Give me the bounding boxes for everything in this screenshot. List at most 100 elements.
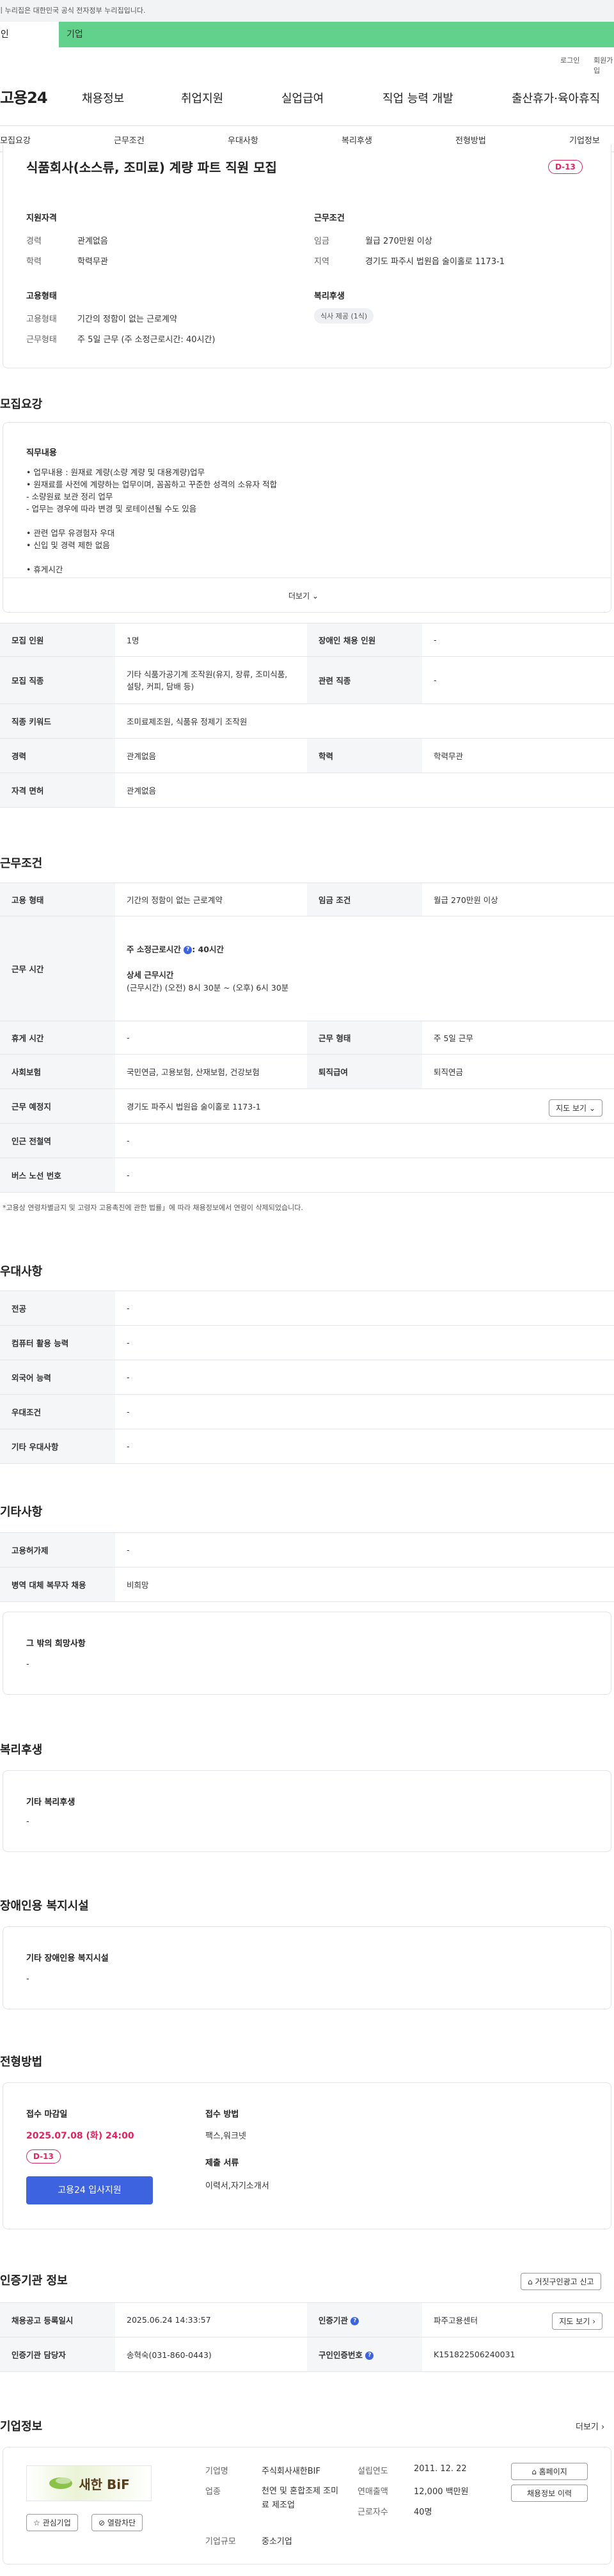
info-icon[interactable]: ? xyxy=(184,945,193,954)
welfare-other-value: - xyxy=(26,1817,29,1826)
more-button[interactable]: 더보기 ⌄ xyxy=(288,590,319,601)
apply-button[interactable]: 고용24 입사지원 xyxy=(26,2176,153,2204)
table-row: 근무 시간 주 소정근로시간 ?: 40시간 상세 근무시간 (근무시간) (오… xyxy=(0,916,614,1021)
th-cell: 경력 xyxy=(0,738,115,773)
table-row: 모집 인원 1명 장애인 채용 인원 - xyxy=(0,623,614,657)
th-cell: 근무 시간 xyxy=(0,916,115,1021)
td-cell: 관계없음 xyxy=(115,773,614,808)
interest-button[interactable]: ☆ 관심기업 xyxy=(26,2514,78,2531)
table-row: 우대조건 - xyxy=(0,1394,614,1429)
login-link[interactable]: 로그인 xyxy=(560,55,579,65)
td-cell: 파주고용센터 지도 보기 › xyxy=(422,2302,614,2337)
td-cell: 관계없음 xyxy=(115,738,307,773)
selection-title: 전형방법 xyxy=(0,2055,43,2069)
gnb-employment-support[interactable]: 취업지원 xyxy=(181,90,223,106)
interest-label: 관심기업 xyxy=(42,2518,71,2527)
industry-value: 천연 및 혼합조제 조미료 제조업 xyxy=(262,2486,339,2510)
th-cell: 채용공고 등록일시 xyxy=(0,2302,115,2337)
history-button[interactable]: 채용정보 이력 xyxy=(511,2485,588,2502)
duty-card: 직무내용 • 업무내용 : 원재료 계량(소량 계량 및 대용계량)업무 • 원… xyxy=(3,422,611,613)
gnb-jobs[interactable]: 채용정보 xyxy=(82,90,124,106)
etc-table: 고용허가제 - 병역 대체 복무자 채용 비희망 xyxy=(0,1532,614,1602)
block-button[interactable]: ⊘ 열람차단 xyxy=(91,2514,143,2531)
sales-value: 12,000 백만원 xyxy=(414,2487,469,2497)
gnb-training[interactable]: 직업 능력 개발 xyxy=(382,90,453,106)
job-summary-card: 식품회사(소스류, 조미료) 계량 파트 직원 모집 D-13 지원자격 경력 … xyxy=(3,145,611,368)
td-cell: 국민연금, 고용보험, 산재보험, 건강보험 xyxy=(115,1054,307,1089)
signup-link[interactable]: 회원가입 xyxy=(594,55,614,75)
audience-tabs: 개인 기업 xyxy=(0,22,614,47)
company-more-link[interactable]: 더보기 › xyxy=(576,2420,604,2432)
th-cell: 학력 xyxy=(307,738,422,773)
welfare-tag: 식사 제공 (1식) xyxy=(314,308,374,324)
duty-line: • 업무내용 : 원재료 계량(소량 계량 및 대용계량)업무 xyxy=(26,467,205,477)
td-cell: - xyxy=(115,1360,614,1395)
other-value: - xyxy=(26,1660,29,1669)
gnb-parental-leave[interactable]: 출산휴가·육아휴직 xyxy=(512,90,600,106)
th-cell: 버스 노선 번호 xyxy=(0,1158,115,1193)
report-label: 거짓구인광고 신고 xyxy=(535,2277,594,2286)
info-icon[interactable]: ? xyxy=(350,2317,359,2325)
other-heading: 그 밖의 희망사항 xyxy=(26,1639,86,1649)
td-cell: 월급 270만원 이상 xyxy=(422,883,614,916)
recruit-title: 모집요강 xyxy=(0,398,43,411)
map-button-label: 지도 보기 xyxy=(556,1104,587,1113)
cert-title: 인증기관 정보 xyxy=(0,2274,68,2288)
chevron-right-icon: › xyxy=(601,2423,605,2432)
tab-company[interactable]: 기업 xyxy=(59,22,614,47)
table-row: 기타 우대사항 - xyxy=(0,1429,614,1464)
td-cell: - xyxy=(115,1123,614,1158)
gnb-unemployment[interactable]: 실업급여 xyxy=(281,90,324,106)
map-button[interactable]: 지도 보기 ⌄ xyxy=(549,1099,602,1117)
duty-heading: 직무내용 xyxy=(26,448,57,458)
job-title: 식품회사(소스류, 조미료) 계량 파트 직원 모집 xyxy=(26,160,277,175)
th-cell: 고용허가제 xyxy=(0,1532,115,1567)
docs-heading: 제출 서류 xyxy=(205,2158,239,2168)
info-icon[interactable]: ? xyxy=(365,2352,374,2360)
method-value: 팩스,워크넷 xyxy=(205,2132,246,2141)
wage-value: 월급 270만원 이상 xyxy=(365,237,432,246)
td-cell: 비희망 xyxy=(115,1567,614,1602)
duty-line: • 원재료를 사전에 계량하는 업무이며, 꼼꼼하고 꾸준한 성격의 소유자 적… xyxy=(26,480,278,489)
table-row: 경력 관계없음 학력 학력무관 xyxy=(0,738,614,773)
th-cell: 장애인 채용 인원 xyxy=(307,623,422,657)
td-cell: 퇴직연금 xyxy=(422,1054,614,1089)
td-cell: 기타 식품가공기계 조작원(유지, 장류, 조미식품, 설탕, 커피, 담배 등… xyxy=(115,656,307,704)
industry-label: 업종 xyxy=(205,2487,221,2497)
conditions-heading: 근무조건 xyxy=(314,214,345,223)
hours-detail-value: (근무시간) (오전) 8시 30분 ~ (오후) 6시 30분 xyxy=(127,982,289,993)
th-cell: 외국어 능력 xyxy=(0,1360,115,1395)
star-icon: ☆ xyxy=(33,2518,40,2527)
td-cell: 주 5일 근무 xyxy=(422,1021,614,1055)
report-button[interactable]: ⌂ 거짓구인광고 신고 xyxy=(521,2273,601,2290)
cert-table: 채용공고 등록일시 2025.06.24 14:33:57 인증기관 ? 파주고… xyxy=(0,2302,614,2372)
th-cell: 모집 직종 xyxy=(0,656,115,704)
th-cell: 근무 형태 xyxy=(307,1021,422,1055)
td-cell: - xyxy=(115,1532,614,1567)
block-icon: ⊘ xyxy=(98,2518,106,2527)
scale-label: 기업규모 xyxy=(205,2537,236,2547)
career-value: 관계없음 xyxy=(77,237,108,246)
deadline-value: 2025.07.08 (화) 24:00 xyxy=(26,2131,134,2141)
table-row: 고용 형태 기간의 정함이 없는 근로계약 임금 조건 월급 270만원 이상 xyxy=(0,883,614,916)
cert-agency-value: 파주고용센터 xyxy=(434,2316,478,2325)
homepage-button[interactable]: ⌂ 홈페이지 xyxy=(511,2463,588,2480)
table-row: 전공 - xyxy=(0,1291,614,1326)
age-note: *고용상 연령차별금지 및 고령자 고용촉진에 관한 법률」에 따라 채용정보에… xyxy=(3,1204,303,1212)
tab-person[interactable]: 개인 xyxy=(0,22,59,47)
docs-value: 이력서,자기소개서 xyxy=(205,2181,269,2191)
recruit-table: 모집 인원 1명 장애인 채용 인원 - 모집 직종 기타 식품가공기계 조작원… xyxy=(0,623,614,808)
work-type-label: 근무형태 xyxy=(26,335,57,345)
hours-week-value: : 40시간 xyxy=(192,944,224,954)
etc-other-card: 그 밖의 희망사항 - xyxy=(3,1612,611,1695)
more-label: 더보기 xyxy=(576,2423,599,2432)
site-logo[interactable]: 고용24 xyxy=(0,85,48,107)
th-cell: 전공 xyxy=(0,1291,115,1326)
duty-content: • 업무내용 : 원재료 계량(소량 계량 및 대용계량)업무 • 원재료를 사… xyxy=(26,466,576,576)
td-cell: - xyxy=(115,1325,614,1360)
map-button-label: 지도 보기 xyxy=(559,2317,590,2326)
conditions-table: 고용 형태 기간의 정함이 없는 근로계약 임금 조건 월급 270만원 이상 … xyxy=(0,883,614,1193)
cert-map-button[interactable]: 지도 보기 › xyxy=(552,2313,602,2330)
td-cell: - xyxy=(115,1021,307,1055)
